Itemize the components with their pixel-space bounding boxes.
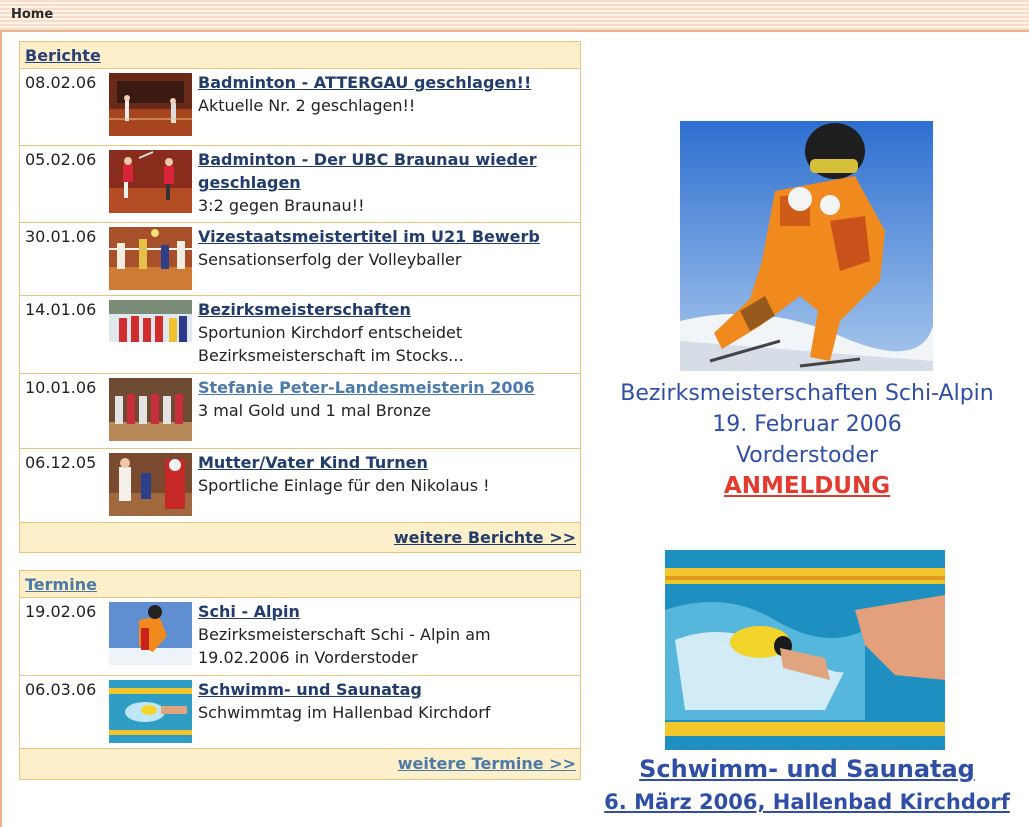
report-date: 06.12.05 xyxy=(25,453,97,472)
report-thumbnail-badminton-hall[interactable] xyxy=(109,73,192,136)
event-title-link[interactable]: Schwimm- und Saunatag xyxy=(198,678,574,701)
report-summary: Sensationserfolg der Volleyballer xyxy=(198,250,462,269)
event-title-link[interactable]: Schi - Alpin xyxy=(198,600,574,623)
report-date: 10.01.06 xyxy=(25,378,97,397)
event-thumbnail-skier[interactable] xyxy=(109,602,192,665)
report-thumbnail-stock-sport[interactable] xyxy=(109,300,192,363)
report-item: 08.02.06 Badminton - ATTERGAU geschlagen… xyxy=(20,69,580,146)
more-reports-link[interactable]: weitere Berichte >> xyxy=(394,528,576,547)
report-summary: Sportliche Einlage für den Nikolaus ! xyxy=(198,476,490,495)
berichte-footer: weitere Berichte >> xyxy=(20,523,580,552)
report-date: 08.02.06 xyxy=(25,73,97,92)
ski-promo-location: Vorderstoder xyxy=(735,443,879,468)
report-item: 30.01.06 Vizestaatsmeistertitel im U21 B… xyxy=(20,223,580,296)
report-item: 06.12.05 Mutter/Vater Kind Turnen Sportl… xyxy=(20,449,580,523)
event-summary: Bezirksmeisterschaft Schi - Alpin am xyxy=(198,625,491,644)
left-border-line xyxy=(0,32,2,827)
ski-promo-date: 19. Februar 2006 xyxy=(712,412,902,437)
termine-header: Termine xyxy=(20,571,580,598)
event-date: 06.03.06 xyxy=(25,680,97,699)
event-summary: 19.02.2006 in Vorderstoder xyxy=(198,648,418,667)
nav-home-link[interactable]: Home xyxy=(11,7,53,22)
report-item: 10.01.06 Stefanie Peter-Landesmeisterin … xyxy=(20,374,580,449)
report-date: 05.02.06 xyxy=(25,150,97,169)
ski-promo-caption: Bezirksmeisterschaften Schi-Alpin 19. Fe… xyxy=(585,378,1029,502)
event-item: 19.02.06 Schi - Alpin Bezirksmeisterscha… xyxy=(20,598,580,676)
report-title-link[interactable]: Stefanie Peter-Landesmeisterin 2006 xyxy=(198,376,574,399)
report-thumbnail-volleyball[interactable] xyxy=(109,227,192,290)
report-title-link[interactable]: Vizestaatsmeistertitel im U21 Bewerb xyxy=(198,225,574,248)
ski-register-link[interactable]: ANMELDUNG xyxy=(585,471,1029,502)
event-date: 19.02.06 xyxy=(25,602,97,621)
report-summary: 3:2 gegen Braunau!! xyxy=(198,196,365,215)
report-summary: Bezirksmeisterschaft im Stocks... xyxy=(198,346,464,365)
report-summary: Sportunion Kirchdorf entscheidet xyxy=(198,323,463,342)
more-events-link[interactable]: weitere Termine >> xyxy=(398,754,576,773)
report-date: 30.01.06 xyxy=(25,227,97,246)
swim-promo-image[interactable] xyxy=(665,550,945,750)
termine-footer: weitere Termine >> xyxy=(20,749,580,779)
report-title-link[interactable]: Badminton - Der UBC Braunau wieder gesch… xyxy=(198,148,574,194)
report-item: 05.02.06 Badminton - Der UBC Braunau wie… xyxy=(20,146,580,223)
ski-promo-title: Bezirksmeisterschaften Schi-Alpin xyxy=(620,381,994,406)
report-title-link[interactable]: Badminton - ATTERGAU geschlagen!! xyxy=(198,71,574,94)
event-thumbnail-swimmer[interactable] xyxy=(109,680,192,743)
top-nav-bar: Home xyxy=(0,0,1029,32)
event-item: 06.03.06 Schwimm- und Saunatag Schwimmta… xyxy=(20,676,580,749)
berichte-title-link[interactable]: Berichte xyxy=(25,46,101,65)
termine-box: Termine 19.02.06 Schi - Alpin Bezirksmei… xyxy=(19,570,581,780)
report-item: 14.01.06 Bezirksmeisterschaften Sportuni… xyxy=(20,296,580,374)
report-thumbnail-team-photo[interactable] xyxy=(109,378,192,441)
report-thumbnail-badminton-players[interactable] xyxy=(109,150,192,213)
report-title-link[interactable]: Mutter/Vater Kind Turnen xyxy=(198,451,574,474)
event-summary: Schwimmtag im Hallenbad Kirchdorf xyxy=(198,703,491,722)
swim-promo-subtitle-link[interactable]: 6. März 2006, Hallenbad Kirchdorf xyxy=(585,790,1029,814)
report-title-link[interactable]: Bezirksmeisterschaften xyxy=(198,298,574,321)
termine-title-link[interactable]: Termine xyxy=(25,575,97,594)
swim-promo-title-link[interactable]: Schwimm- und Saunatag xyxy=(585,755,1029,783)
report-summary: Aktuelle Nr. 2 geschlagen!! xyxy=(198,96,416,115)
report-summary: 3 mal Gold und 1 mal Bronze xyxy=(198,401,432,420)
ski-promo-image[interactable] xyxy=(680,121,933,371)
report-date: 14.01.06 xyxy=(25,300,97,319)
report-thumbnail-nikolaus[interactable] xyxy=(109,453,192,516)
berichte-header: Berichte xyxy=(20,42,580,69)
berichte-box: Berichte 08.02.06 Badminton - ATTERGAU g… xyxy=(19,41,581,553)
